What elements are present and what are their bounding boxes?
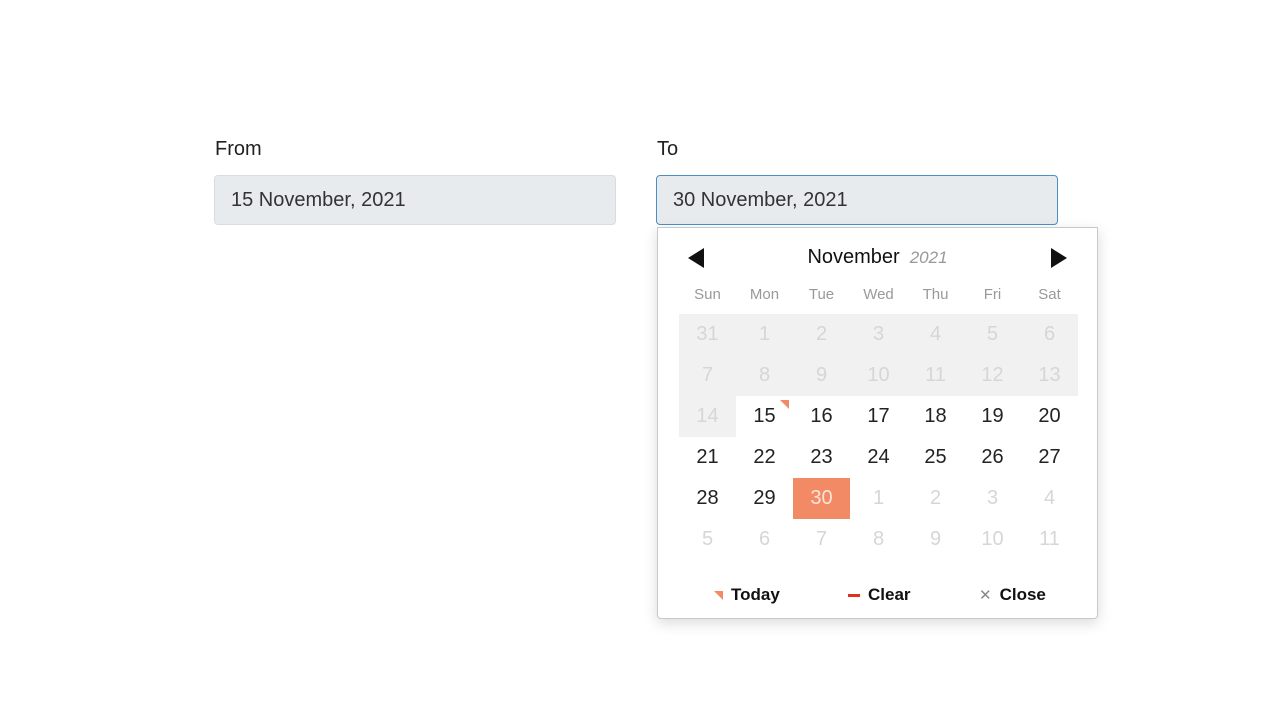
weekday-header-row: Sun Mon Tue Wed Thu Fri Sat bbox=[679, 286, 1078, 303]
day-cell[interactable]: 22 bbox=[736, 437, 793, 478]
day-cell[interactable]: 24 bbox=[850, 437, 907, 478]
day-cell: 14 bbox=[679, 396, 736, 437]
year-title: 2021 bbox=[909, 248, 948, 267]
weekday-label: Sun bbox=[694, 286, 721, 303]
day-cell[interactable]: 19 bbox=[964, 396, 1021, 437]
day-cell: 5 bbox=[964, 314, 1021, 355]
day-cell: 3 bbox=[850, 314, 907, 355]
date-picker-popup: November 2021 Sun Mon Tue Wed Thu Fri Sat 31 1 2 3… bbox=[657, 227, 1098, 619]
day-cell[interactable]: 3 bbox=[964, 478, 1021, 519]
today-marker-icon bbox=[714, 590, 723, 600]
day-cell[interactable]: 11 bbox=[1021, 519, 1078, 560]
day-cell[interactable]: 26 bbox=[964, 437, 1021, 478]
day-cell[interactable]: 2 bbox=[907, 478, 964, 519]
day-cell[interactable]: 4 bbox=[1021, 478, 1078, 519]
day-cell: 31 bbox=[679, 314, 736, 355]
close-label: Close bbox=[999, 585, 1046, 604]
day-cell-selected[interactable]: 30 bbox=[793, 478, 850, 519]
day-cell-today[interactable]: 15 bbox=[736, 396, 793, 437]
day-cell[interactable]: 18 bbox=[907, 396, 964, 437]
week-row: 28 29 30 1 2 3 4 bbox=[679, 478, 1078, 519]
clear-label: Clear bbox=[868, 585, 911, 604]
day-cell[interactable]: 1 bbox=[850, 478, 907, 519]
day-cell[interactable]: 5 bbox=[679, 519, 736, 560]
weekday-label: Tue bbox=[808, 286, 835, 303]
minus-icon bbox=[848, 593, 860, 597]
day-cell[interactable]: 28 bbox=[679, 478, 736, 519]
week-row: 21 22 23 24 25 26 27 bbox=[679, 437, 1078, 478]
close-icon: ✕ bbox=[979, 587, 992, 604]
day-cell[interactable]: 6 bbox=[736, 519, 793, 560]
clear-button[interactable]: Clear bbox=[848, 585, 911, 605]
from-label: From bbox=[215, 138, 262, 160]
day-cell: 13 bbox=[1021, 355, 1078, 396]
weekday-label: Sat bbox=[1038, 286, 1061, 303]
week-row: 31 1 2 3 4 5 6 bbox=[679, 314, 1078, 355]
week-row: 7 8 9 10 11 12 13 bbox=[679, 355, 1078, 396]
day-grid: 31 1 2 3 4 5 6 7 8 9 10 11 12 13 14 15 16 17 18 19 20 21 22 23 2… bbox=[679, 314, 1078, 560]
day-cell[interactable]: 27 bbox=[1021, 437, 1078, 478]
day-cell[interactable]: 23 bbox=[793, 437, 850, 478]
to-date-input[interactable]: 30 November, 2021 bbox=[656, 175, 1058, 225]
weekday-label: Thu bbox=[922, 286, 949, 303]
close-button[interactable]: ✕ Close bbox=[979, 585, 1046, 605]
weekday-label: Mon bbox=[749, 286, 780, 303]
month-title: November bbox=[807, 246, 900, 268]
day-cell[interactable]: 7 bbox=[793, 519, 850, 560]
weekday-label: Fri bbox=[983, 286, 1002, 303]
day-cell: 7 bbox=[679, 355, 736, 396]
day-cell: 6 bbox=[1021, 314, 1078, 355]
picker-header: November 2021 bbox=[658, 242, 1097, 274]
from-date-input[interactable]: 15 November, 2021 bbox=[214, 175, 616, 225]
week-row: 14 15 16 17 18 19 20 bbox=[679, 396, 1078, 437]
day-cell[interactable]: 29 bbox=[736, 478, 793, 519]
to-label: To bbox=[657, 138, 679, 160]
picker-footer: Today Clear ✕ Close bbox=[658, 585, 1097, 609]
day-cell: 1 bbox=[736, 314, 793, 355]
prev-month-button[interactable] bbox=[688, 248, 704, 268]
day-cell: 8 bbox=[736, 355, 793, 396]
day-cell: 11 bbox=[907, 355, 964, 396]
day-cell[interactable]: 16 bbox=[793, 396, 850, 437]
day-cell[interactable]: 20 bbox=[1021, 396, 1078, 437]
day-cell: 12 bbox=[964, 355, 1021, 396]
day-cell[interactable]: 21 bbox=[679, 437, 736, 478]
weekday-label: Wed bbox=[863, 286, 894, 303]
today-label: Today bbox=[731, 585, 780, 604]
day-cell: 9 bbox=[793, 355, 850, 396]
day-cell[interactable]: 8 bbox=[850, 519, 907, 560]
day-cell[interactable]: 25 bbox=[907, 437, 964, 478]
day-cell[interactable]: 10 bbox=[964, 519, 1021, 560]
day-cell: 10 bbox=[850, 355, 907, 396]
today-button[interactable]: Today bbox=[714, 585, 780, 605]
day-cell: 2 bbox=[793, 314, 850, 355]
day-cell: 4 bbox=[907, 314, 964, 355]
day-cell[interactable]: 9 bbox=[907, 519, 964, 560]
day-cell[interactable]: 17 bbox=[850, 396, 907, 437]
next-month-button[interactable] bbox=[1051, 248, 1067, 268]
week-row: 5 6 7 8 9 10 11 bbox=[679, 519, 1078, 560]
